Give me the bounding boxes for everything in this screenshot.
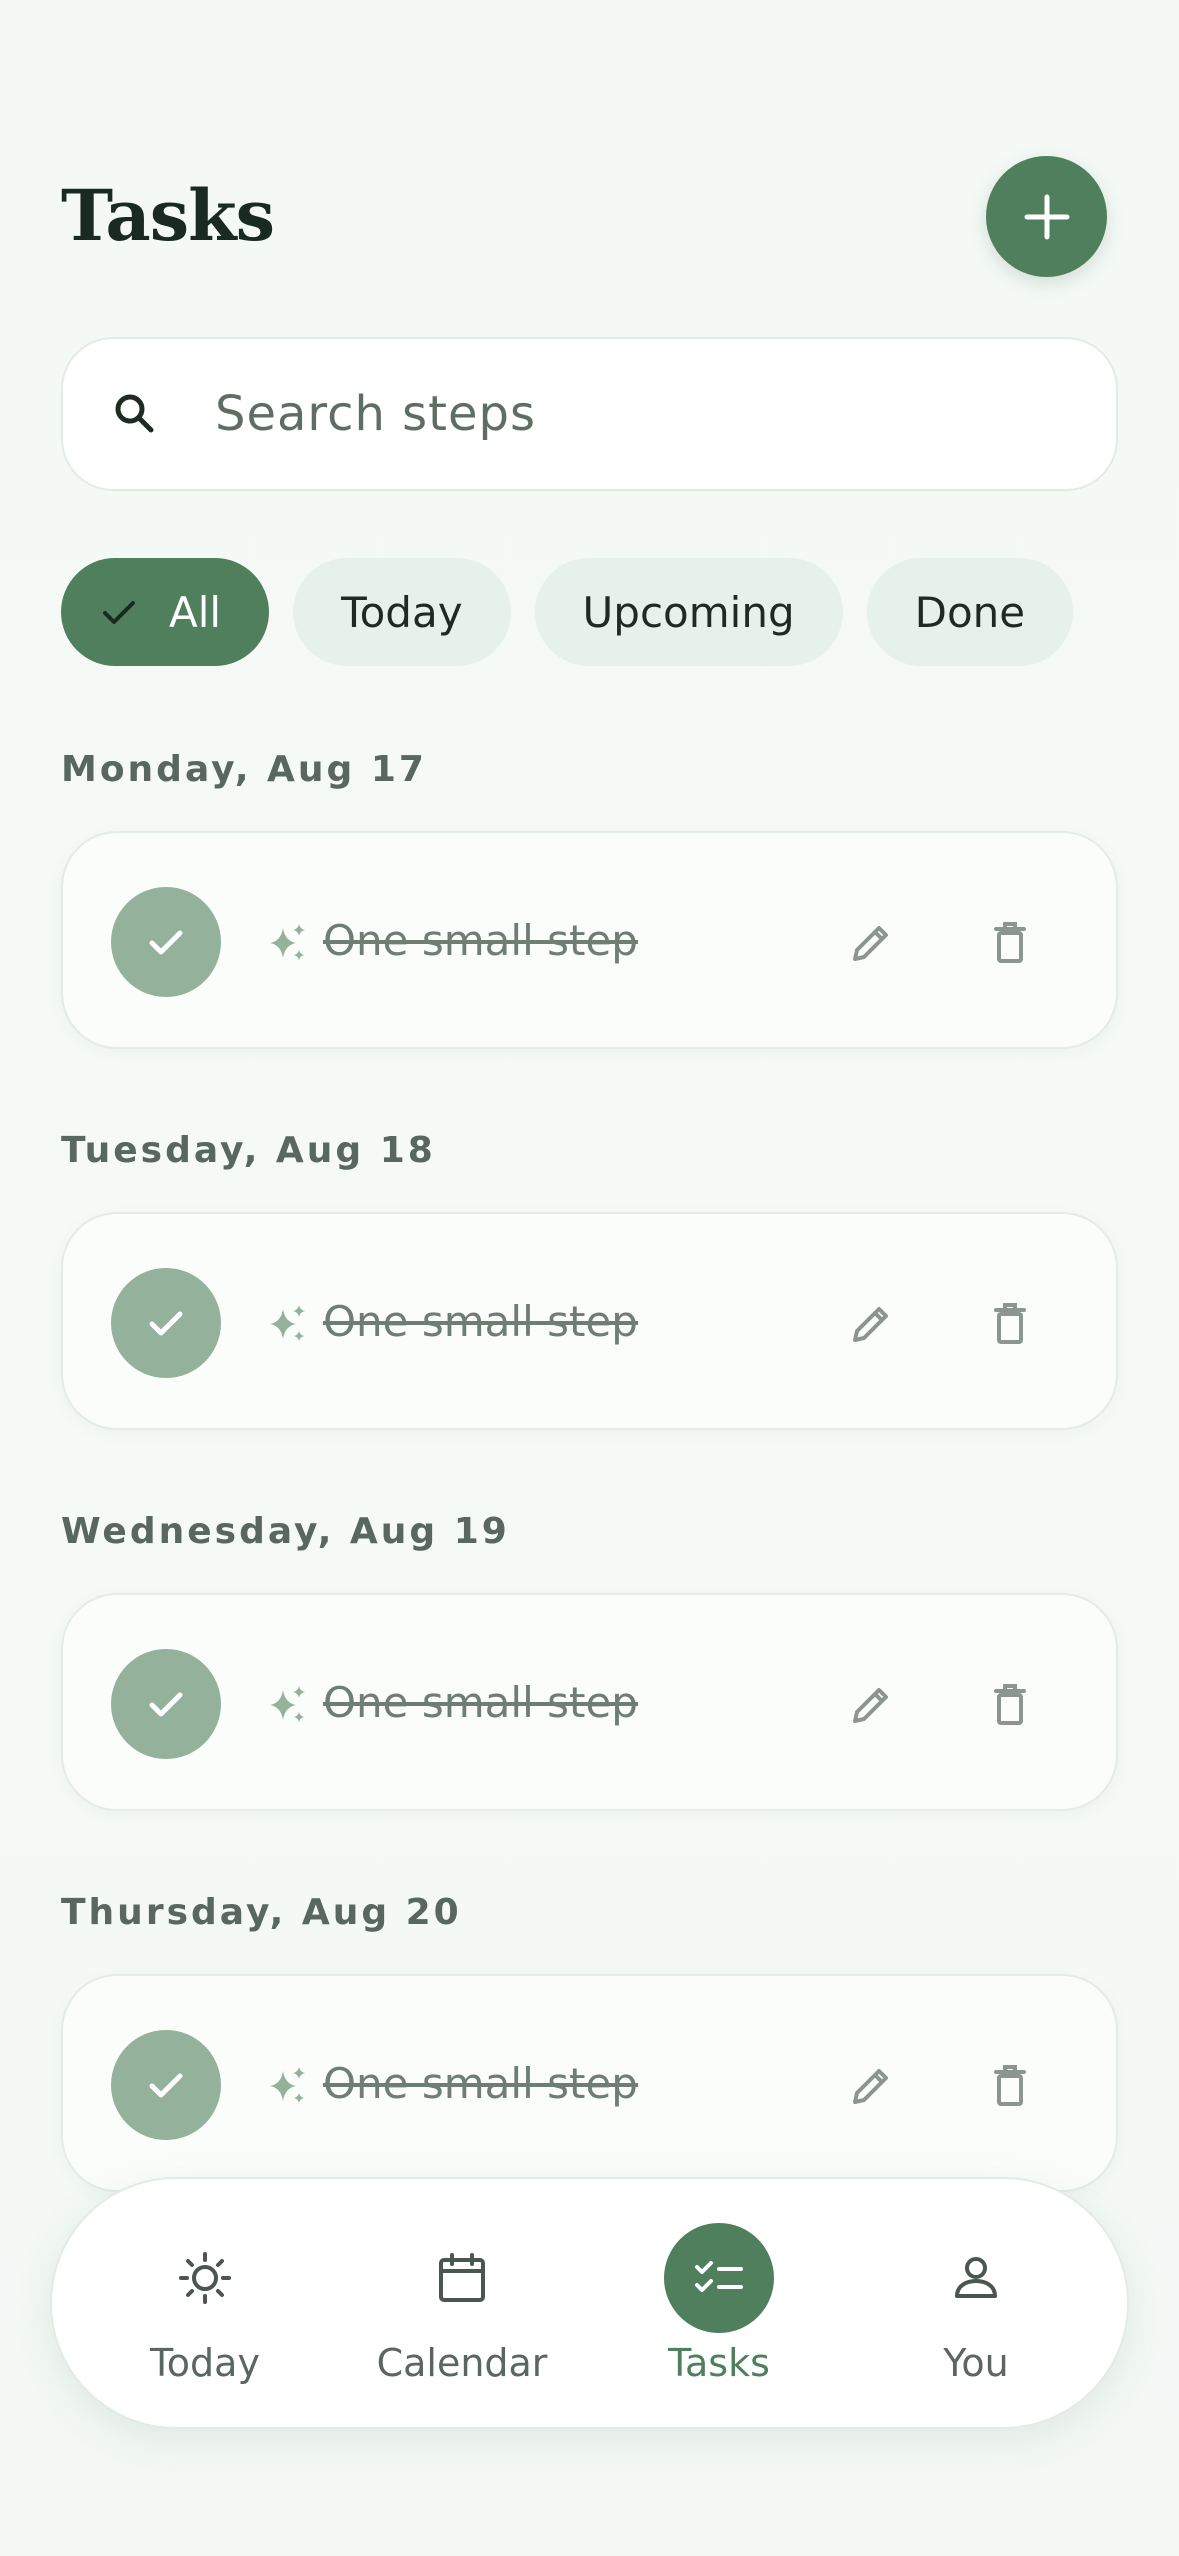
filter-chip-label: Upcoming <box>582 587 795 637</box>
nav-label: Tasks <box>668 2341 770 2385</box>
sparkle-icon <box>268 922 308 962</box>
edit-button[interactable] <box>836 2051 906 2121</box>
sun-icon <box>150 2223 260 2333</box>
filter-chip-label: Today <box>341 587 463 637</box>
check-icon <box>141 1679 191 1729</box>
search-bar[interactable] <box>61 337 1118 491</box>
bottom-nav: Today Calendar Tasks You <box>50 2177 1129 2429</box>
task-title: One small step <box>323 2059 638 2108</box>
pencil-icon <box>847 1681 895 1729</box>
nav-label: Calendar <box>376 2341 548 2385</box>
task-title: One small step <box>323 1297 638 1346</box>
plus-icon <box>1021 191 1073 243</box>
day-label: Tuesday, Aug 18 <box>61 1130 436 1171</box>
sparkle-icon <box>268 1303 308 1343</box>
nav-label: Today <box>150 2341 260 2385</box>
pencil-icon <box>847 919 895 967</box>
filter-chip-label: Done <box>914 587 1026 637</box>
day-section: Monday, Aug 17 One small step <box>61 745 1118 1049</box>
filter-chip-label: All <box>169 587 222 637</box>
delete-button[interactable] <box>975 1289 1045 1359</box>
check-icon <box>97 590 141 634</box>
edit-button[interactable] <box>836 1670 906 1740</box>
day-section: Wednesday, Aug 19 One small step <box>61 1507 1118 1811</box>
nav-item-calendar[interactable]: Calendar <box>352 2179 572 2431</box>
sparkle-icon <box>268 2065 308 2105</box>
task-complete-toggle[interactable] <box>111 887 221 997</box>
day-label: Monday, Aug 17 <box>61 749 427 790</box>
task-card[interactable]: One small step <box>61 831 1118 1049</box>
day-label: Thursday, Aug 20 <box>61 1892 462 1933</box>
task-card[interactable]: One small step <box>61 1593 1118 1811</box>
search-input[interactable] <box>215 386 1015 442</box>
pencil-icon <box>847 2062 895 2110</box>
task-complete-toggle[interactable] <box>111 1268 221 1378</box>
page-title: Tasks <box>61 174 275 257</box>
pencil-icon <box>847 1300 895 1348</box>
delete-button[interactable] <box>975 2051 1045 2121</box>
edit-button[interactable] <box>836 1289 906 1359</box>
nav-item-you[interactable]: You <box>866 2179 1086 2431</box>
nav-item-tasks[interactable]: Tasks <box>609 2179 829 2431</box>
search-icon <box>111 390 159 438</box>
task-card[interactable]: One small step <box>61 1974 1118 2192</box>
task-complete-toggle[interactable] <box>111 2030 221 2140</box>
filter-chip-upcoming[interactable]: Upcoming <box>534 558 843 666</box>
nav-label: You <box>943 2341 1009 2385</box>
trash-icon <box>988 1300 1032 1348</box>
add-task-button[interactable] <box>986 156 1107 277</box>
delete-button[interactable] <box>975 908 1045 978</box>
checklist-icon <box>664 2223 774 2333</box>
day-label: Wednesday, Aug 19 <box>61 1511 510 1552</box>
filter-chip-all[interactable]: All <box>61 558 270 666</box>
trash-icon <box>988 2062 1032 2110</box>
filter-chip-done[interactable]: Done <box>866 558 1074 666</box>
person-icon <box>921 2223 1031 2333</box>
filter-chip-today[interactable]: Today <box>293 558 511 666</box>
check-icon <box>141 917 191 967</box>
trash-icon <box>988 1681 1032 1729</box>
nav-item-today[interactable]: Today <box>95 2179 315 2431</box>
task-card[interactable]: One small step <box>61 1212 1118 1430</box>
trash-icon <box>988 919 1032 967</box>
task-title: One small step <box>323 1678 638 1727</box>
check-icon <box>141 1298 191 1348</box>
delete-button[interactable] <box>975 1670 1045 1740</box>
edit-button[interactable] <box>836 908 906 978</box>
day-section: Tuesday, Aug 18 One small step <box>61 1126 1118 1430</box>
day-section: Thursday, Aug 20 One small step <box>61 1888 1118 2192</box>
check-icon <box>141 2060 191 2110</box>
task-complete-toggle[interactable] <box>111 1649 221 1759</box>
calendar-icon <box>407 2223 517 2333</box>
sparkle-icon <box>268 1684 308 1724</box>
filter-chips: All Today Upcoming Done <box>61 558 1074 666</box>
task-title: One small step <box>323 916 638 965</box>
